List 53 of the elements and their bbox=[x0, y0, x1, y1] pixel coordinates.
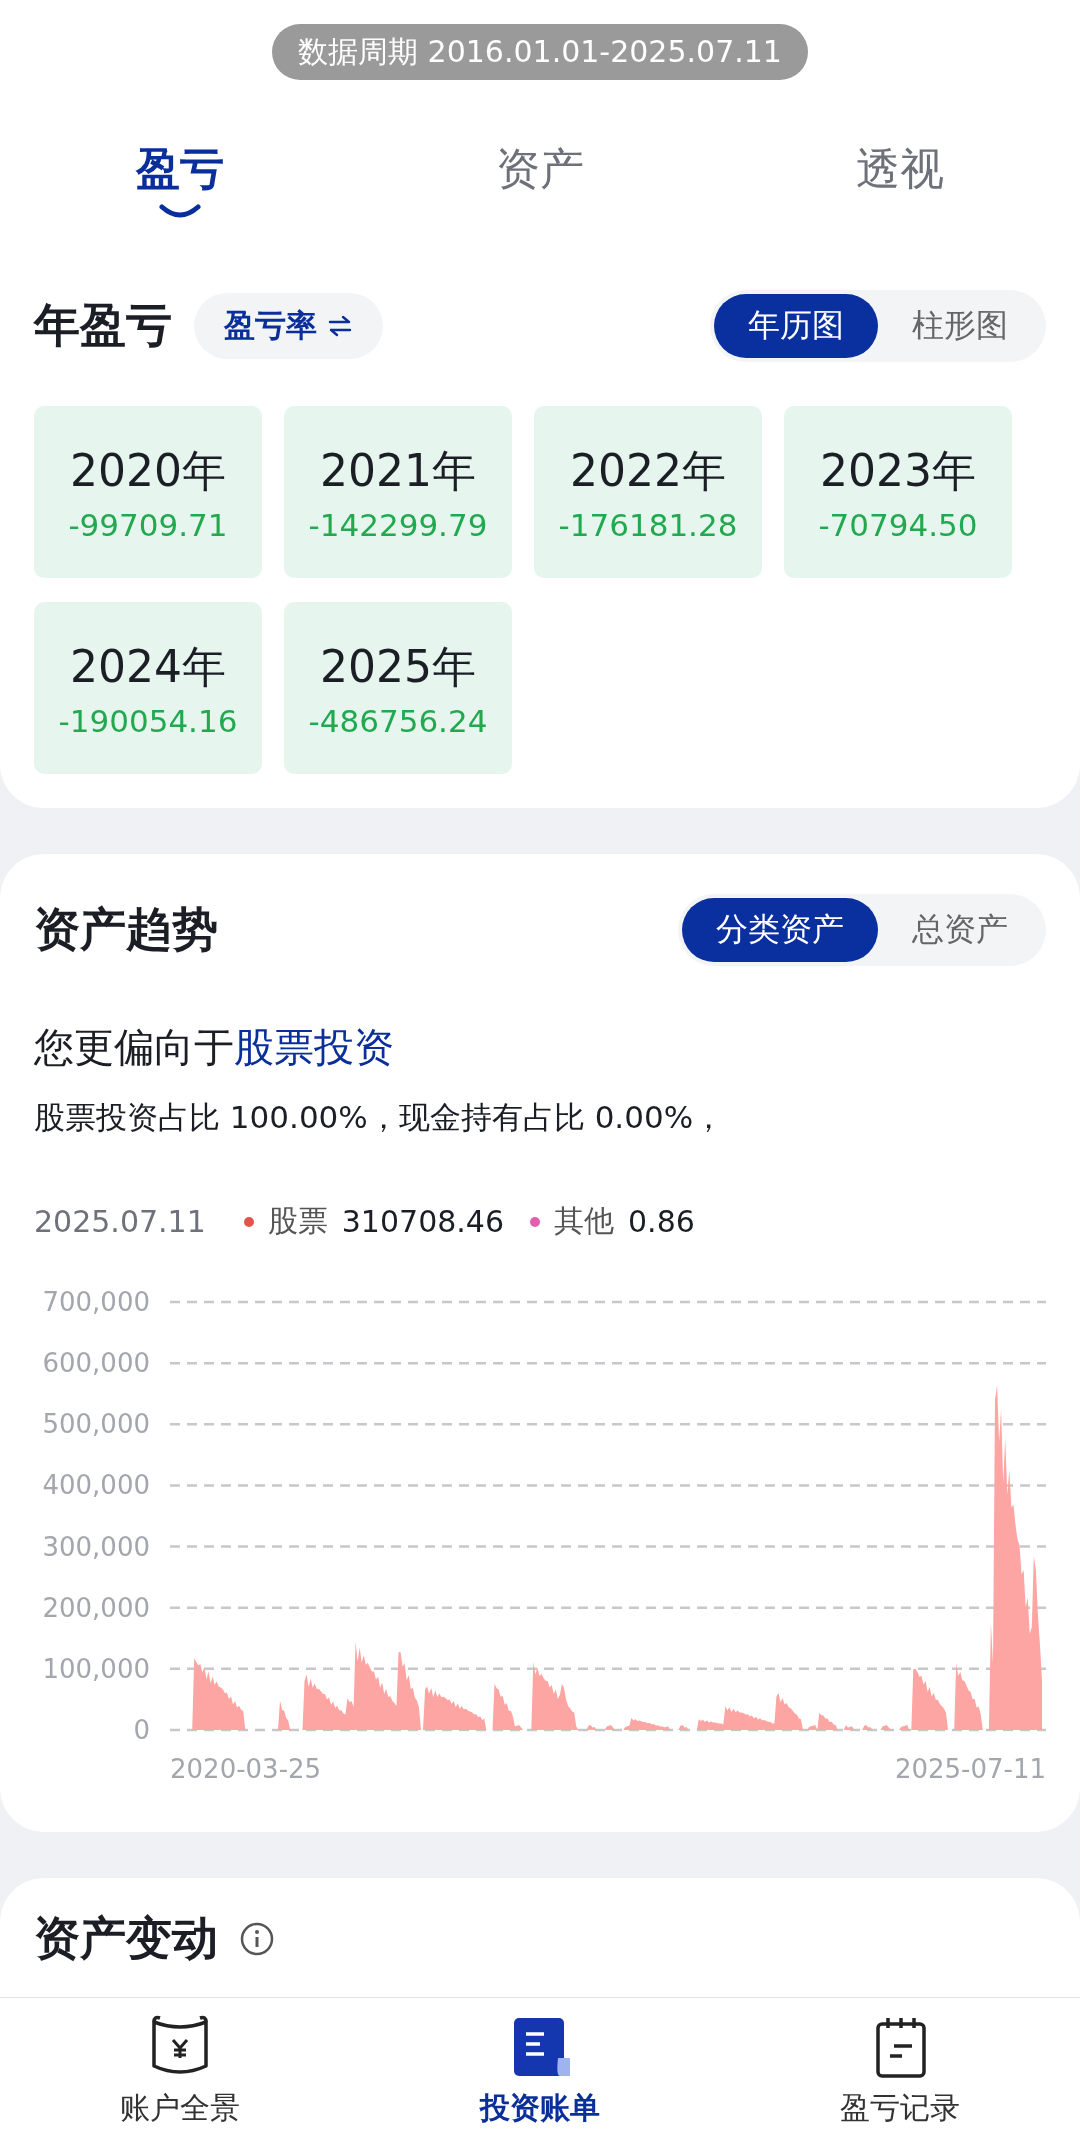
legend-label: 其他 bbox=[554, 1202, 614, 1240]
nav-tab[interactable]: 盈亏记录 bbox=[780, 2013, 1020, 2129]
nav-tab[interactable]: 账户全景 bbox=[60, 2013, 300, 2129]
tab[interactable]: 资产 bbox=[440, 140, 640, 230]
x-axis-label: 2025-07-11 bbox=[894, 1754, 1046, 1784]
section-title: 年盈亏 bbox=[34, 297, 172, 354]
year-tile[interactable]: 2025年 -486756.24 bbox=[284, 602, 512, 774]
year-label: 2024年 bbox=[70, 639, 226, 694]
nav-tab[interactable]: 投资账单 bbox=[420, 2013, 660, 2129]
view-toggle[interactable]: 柱形图 bbox=[878, 294, 1042, 358]
tab[interactable]: 透视 bbox=[800, 140, 1000, 230]
year-tile[interactable]: 2020年 -99709.71 bbox=[34, 406, 262, 578]
view-toggle[interactable]: 年历图 bbox=[714, 294, 878, 358]
view-toggle[interactable]: 分类资产 bbox=[682, 898, 878, 962]
section-title: 资产变动 bbox=[34, 1910, 218, 1967]
legend-label: 股票 bbox=[267, 1202, 328, 1240]
rate-toggle-button[interactable]: 盈亏率 bbox=[194, 293, 383, 359]
info-icon bbox=[240, 1922, 274, 1956]
period-badge: 数据周期 2016.01.01-2025.07.11 bbox=[272, 24, 808, 80]
year-label: 2021年 bbox=[320, 443, 476, 498]
y-axis-label: 400,000 bbox=[42, 1470, 150, 1501]
year-value: -142299.79 bbox=[308, 506, 488, 543]
year-tile[interactable]: 2021年 -142299.79 bbox=[284, 406, 512, 578]
section-title: 资产趋势 bbox=[34, 901, 218, 958]
legend-date: 2025.07.11 bbox=[34, 1204, 206, 1239]
legend-value: 310708.46 bbox=[341, 1204, 504, 1239]
year-value: -70794.50 bbox=[818, 506, 978, 543]
tab[interactable]: 盈亏 bbox=[80, 140, 280, 230]
year-tile[interactable]: 2024年 -190054.16 bbox=[34, 602, 262, 774]
y-axis-label: 100,000 bbox=[42, 1653, 150, 1684]
view-toggle[interactable]: 总资产 bbox=[878, 898, 1042, 962]
x-axis-label: 2020-03-25 bbox=[170, 1754, 322, 1784]
legend-value: 0.86 bbox=[628, 1204, 695, 1239]
preference-text: 您更偏向于股票投资 bbox=[34, 1023, 395, 1072]
y-axis-label: 500,000 bbox=[42, 1409, 150, 1440]
year-label: 2022年 bbox=[570, 443, 726, 498]
tab-indicator bbox=[158, 203, 202, 219]
y-axis-label: 200,000 bbox=[42, 1592, 150, 1623]
y-axis-label: 0 bbox=[133, 1715, 150, 1745]
swap-icon bbox=[327, 314, 353, 338]
year-value: -176181.28 bbox=[558, 506, 738, 543]
year-value: -190054.16 bbox=[58, 702, 238, 739]
year-value: -99709.71 bbox=[68, 506, 228, 543]
ratio-text: 股票投资占比 100.00%，现金持有占比 0.00%， bbox=[34, 1098, 726, 1137]
year-tile[interactable]: 2022年 -176181.28 bbox=[534, 406, 762, 578]
y-axis-label: 300,000 bbox=[42, 1531, 150, 1562]
y-axis-label: 600,000 bbox=[42, 1348, 150, 1379]
year-label: 2023年 bbox=[820, 443, 976, 498]
year-value: -486756.24 bbox=[308, 702, 488, 739]
year-label: 2025年 bbox=[320, 639, 476, 694]
year-label: 2020年 bbox=[70, 443, 226, 498]
year-tile[interactable]: 2023年 -70794.50 bbox=[784, 406, 1012, 578]
y-axis-label: 700,000 bbox=[42, 1287, 150, 1317]
